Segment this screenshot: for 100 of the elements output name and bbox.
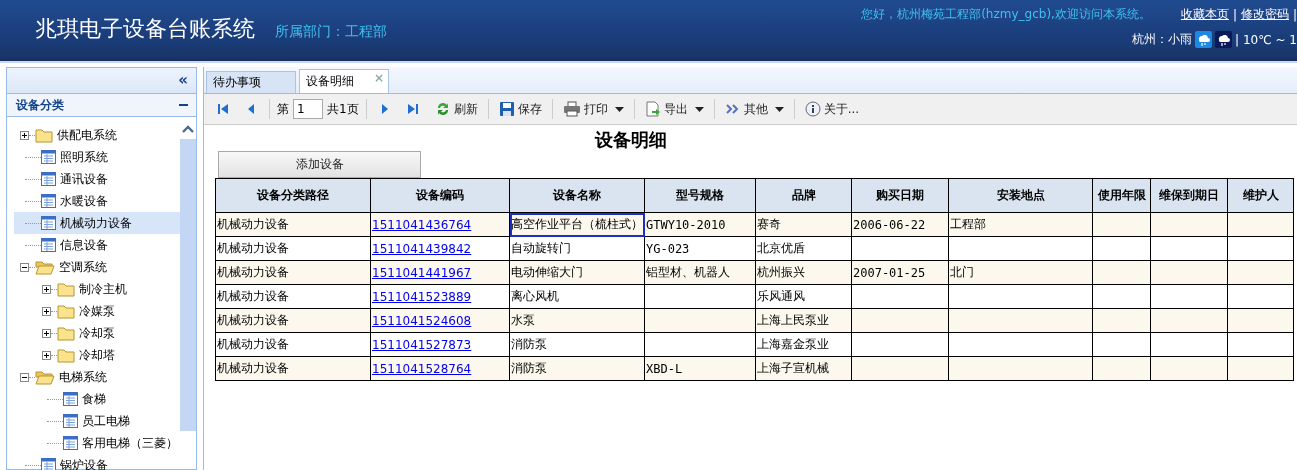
toolbar-button[interactable]: 打印 [559, 98, 627, 120]
column-header: 型号规格 [644, 178, 756, 213]
page-total: 共1页 [327, 100, 359, 118]
table-cell: 上海子宣机械 [755, 356, 852, 381]
caret-icon [694, 106, 704, 112]
tree-item[interactable]: 客用电梯（三菱） [14, 432, 180, 454]
column-header: 品牌 [755, 178, 852, 213]
table-cell[interactable]: 水泵 [509, 308, 645, 333]
app-title: 兆琪电子设备台账系统 [35, 15, 255, 43]
last-page-icon[interactable] [405, 102, 420, 116]
column-header: 维保到期日 [1150, 178, 1228, 213]
open-folder-icon [35, 259, 55, 275]
tree-item[interactable]: 照明系统 [14, 146, 180, 168]
weather-city: 杭州：小雨 [1132, 31, 1193, 48]
open-folder-icon [35, 369, 55, 385]
collapse-icon[interactable] [20, 262, 29, 272]
tree-item[interactable]: 供配电系统 [14, 124, 180, 146]
table-cell[interactable]: 消防泵 [509, 332, 645, 357]
table-cell: 机械动力设备 [215, 356, 371, 381]
list-icon [63, 392, 78, 406]
panel-title: 设备分类 [16, 96, 64, 114]
expand-icon[interactable] [42, 306, 51, 316]
toolbar-button[interactable]: 保存 [495, 98, 545, 120]
collapse-sidebar-button[interactable]: « [178, 73, 188, 88]
collapse-icon[interactable] [20, 372, 29, 382]
table-cell: 机械动力设备 [215, 236, 371, 261]
list-icon [41, 172, 56, 186]
table-cell: 赛奇 [755, 212, 852, 237]
table-cell: 工程部 [948, 212, 1093, 237]
tree-item[interactable]: 员工电梯 [14, 410, 180, 432]
expand-icon[interactable] [42, 328, 51, 338]
list-icon [41, 238, 56, 252]
previous-page-icon[interactable] [246, 102, 256, 116]
column-header: 使用年限 [1092, 178, 1151, 213]
table-cell: 机械动力设备 [215, 332, 371, 357]
rain-cloud-icon [1195, 31, 1213, 48]
table-cell: 乐风通风 [755, 284, 852, 309]
tree-item[interactable]: 水暖设备 [14, 190, 180, 212]
tab[interactable]: 待办事项 [206, 71, 296, 93]
tree-item[interactable]: 空调系统 [14, 256, 180, 278]
scroll-up-icon[interactable] [182, 125, 194, 133]
list-icon [63, 414, 78, 428]
toolbar-button[interactable]: 刷新 [431, 98, 481, 120]
folder-icon [57, 347, 75, 363]
page-label: 第 [277, 100, 289, 118]
temperature-range: | 10℃ ~ 1 [1235, 32, 1297, 47]
table-cell[interactable]: 离心风机 [509, 284, 645, 309]
expand-icon[interactable] [42, 284, 51, 294]
column-header: 安装地点 [948, 178, 1093, 213]
tree-item[interactable]: 食梯 [14, 388, 180, 410]
table-cell: XBD-L [644, 356, 756, 381]
folder-icon [57, 325, 75, 341]
tree-item[interactable]: 信息设备 [14, 234, 180, 256]
toolbar-button[interactable]: 关于... [801, 98, 863, 120]
header-link[interactable]: 收藏本页 [1180, 6, 1229, 23]
link-separator: | [1232, 7, 1237, 22]
folder-icon [57, 281, 75, 297]
welcome-message: 您好，杭州梅苑工程部(hzmy_gcb),欢迎访问本系统。 [861, 6, 1151, 23]
column-header: 设备分类路径 [215, 178, 371, 213]
tree-item[interactable]: 通讯设备 [14, 168, 180, 190]
table-cell[interactable]: 高空作业平台（梳柱式） [509, 212, 645, 237]
column-header: 购买日期 [851, 178, 949, 213]
table-cell[interactable]: 电动伸缩大门 [509, 260, 645, 285]
tree-item[interactable]: 冷媒泵 [14, 300, 180, 322]
page-title: 设备明细 [593, 128, 667, 151]
table-cell: 北门 [948, 260, 1093, 285]
tree-item[interactable]: 电梯系统 [14, 366, 180, 388]
tree-item[interactable]: 冷却泵 [14, 322, 180, 344]
toolbar-button[interactable]: 其他 [721, 98, 787, 120]
toolbar-button[interactable]: 导出 [641, 98, 707, 120]
table-cell: 机械动力设备 [215, 284, 371, 309]
page-input[interactable]: 1 [293, 99, 323, 119]
table-cell[interactable]: 消防泵 [509, 356, 645, 381]
caret-icon [774, 106, 784, 112]
table-cell: 2007-01-25 [851, 260, 949, 285]
table-cell: GTWY10-2010 [644, 212, 756, 237]
column-header: 设备名称 [509, 178, 645, 213]
first-page-icon[interactable] [216, 102, 230, 116]
tab-label: 设备明细 [306, 73, 354, 90]
table-cell: 北京优盾 [755, 236, 852, 261]
tab[interactable]: 设备明细 × [299, 69, 389, 93]
rain-cloud-icon [1215, 31, 1233, 48]
expand-icon[interactable] [20, 130, 29, 140]
department-label: 所属部门：工程部 [275, 23, 387, 41]
scrollbar-thumb[interactable] [180, 139, 196, 431]
list-icon [41, 194, 56, 208]
tree-item[interactable]: 制冷主机 [14, 278, 180, 300]
tree-item[interactable]: 锅炉设备 [14, 454, 180, 470]
tree-item[interactable]: 机械动力设备 [14, 212, 180, 234]
add-device-button[interactable]: 添加设备 [218, 151, 421, 178]
link-separator: | [1292, 7, 1297, 22]
tree-item[interactable]: 冷却塔 [14, 344, 180, 366]
table-cell[interactable]: 自动旋转门 [509, 236, 645, 261]
list-icon [41, 150, 56, 164]
table-cell: 杭州振兴 [755, 260, 852, 285]
header-link[interactable]: 修改密码 [1240, 6, 1289, 23]
folder-icon [35, 127, 53, 143]
next-page-icon[interactable] [379, 102, 390, 116]
column-header: 设备编码 [370, 178, 510, 213]
expand-icon[interactable] [42, 350, 51, 360]
